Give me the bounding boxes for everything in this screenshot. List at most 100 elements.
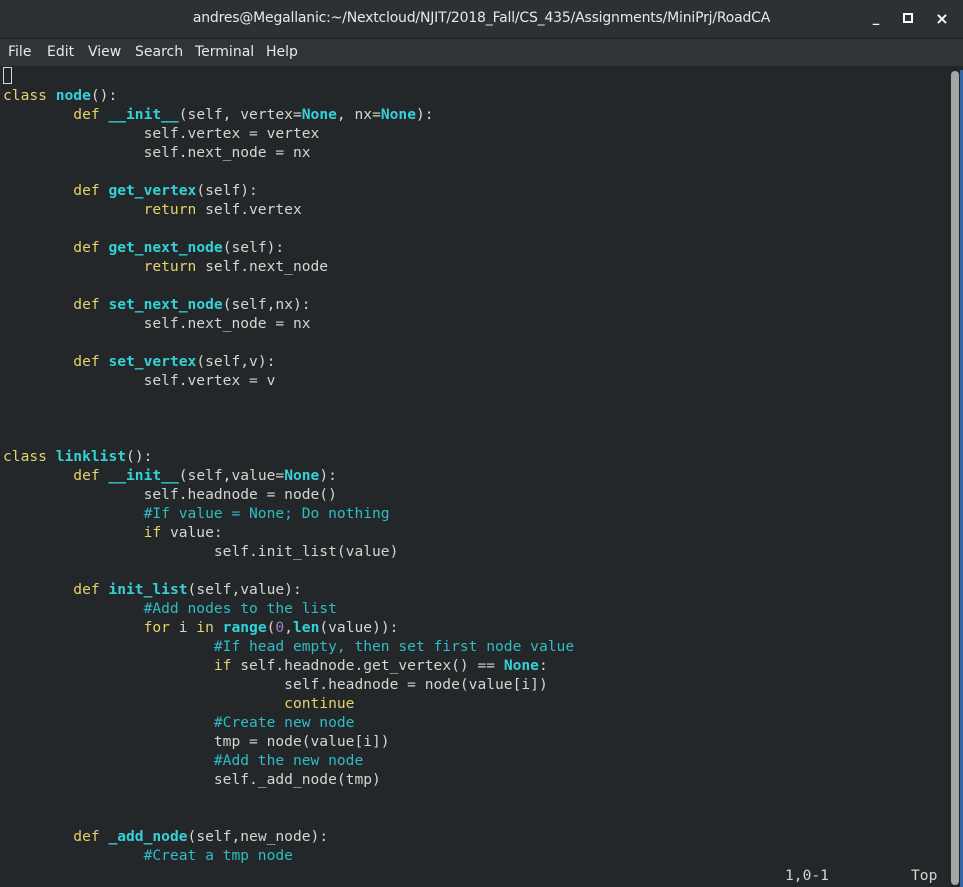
code-line: def set_next_node(self,nx): (3, 295, 574, 314)
code-line: self.next_node = nx (3, 314, 574, 333)
code-token: _add_node (108, 828, 188, 845)
menu-edit[interactable]: Edit (47, 44, 74, 60)
code-token: def (3, 106, 100, 123)
code-line: def _add_node(self,new_node): (3, 827, 574, 846)
code-token: ): (319, 467, 337, 484)
code-token: if (3, 524, 162, 541)
menu-terminal[interactable]: Terminal (195, 44, 254, 60)
code-token: linklist (55, 448, 127, 465)
menu-bar: File Edit View Search Terminal Help (0, 39, 963, 66)
code-line: for i in range(0,len(value)): (3, 618, 574, 637)
menu-help[interactable]: Help (266, 44, 298, 60)
scrollbar-thumb[interactable] (951, 71, 959, 885)
code-line: def init_list(self,value): (3, 580, 574, 599)
minimize-icon: _ (872, 11, 880, 26)
code-token: self.headnode = node(value[i]) (3, 676, 548, 693)
code-line: class node(): (3, 86, 574, 105)
menu-search[interactable]: Search (135, 44, 183, 60)
cursor-position: 1,0-1 (785, 867, 829, 884)
code-token: return (3, 258, 197, 275)
code-token: def (3, 353, 100, 370)
code-token: (value)): (319, 619, 399, 636)
scroll-indicator: Top (911, 867, 938, 884)
code-token: (): (126, 448, 153, 465)
code-line: self.next_node = nx (3, 143, 574, 162)
code-token: continue (3, 695, 355, 712)
code-token: self.vertex (196, 201, 302, 218)
code-token: (self, vertex= (178, 106, 302, 123)
code-line: continue (3, 694, 574, 713)
code-token: ): (416, 106, 434, 123)
code-token: (self,nx): (222, 296, 311, 313)
terminal-window: andres@Megallanic:~/Nextcloud/NJIT/2018_… (0, 0, 963, 887)
code-token: (): (90, 87, 118, 104)
code-line: #Creat a tmp node (3, 846, 574, 865)
code-token: self.init_list(value) (3, 543, 399, 560)
code-token: #Creat a tmp node (3, 847, 293, 864)
code-line: #Add nodes to the list (3, 599, 574, 618)
code-token: get_vertex (108, 182, 197, 199)
code-token: set_vertex (108, 353, 197, 370)
code-token: None (380, 106, 417, 123)
code-token: (self): (222, 239, 285, 256)
code-token: self.headnode = node() (3, 486, 337, 503)
code-token: (self): (196, 182, 258, 199)
code-token: range (222, 619, 267, 636)
close-button[interactable]: × (932, 9, 952, 29)
code-line: if value: (3, 523, 574, 542)
code-line: self._add_node(tmp) (3, 770, 574, 789)
code-token: def (3, 581, 100, 598)
maximize-icon (903, 13, 913, 23)
code-token: self.next_node = nx (3, 315, 311, 332)
code-editor[interactable]: class node(): def __init__(self, vertex=… (3, 67, 574, 865)
menu-file[interactable]: File (8, 44, 31, 60)
code-line: def set_vertex(self,v): (3, 352, 574, 371)
code-line: class linklist(): (3, 447, 574, 466)
code-token: get_next_node (108, 239, 223, 256)
title-bar[interactable]: andres@Megallanic:~/Nextcloud/NJIT/2018_… (0, 0, 963, 39)
code-token: self.headnode.get_vertex() == (231, 657, 504, 674)
minimize-button[interactable]: _ (866, 9, 886, 29)
code-token: return (3, 201, 197, 218)
code-token: None (284, 467, 320, 484)
code-line: #Add the new node (3, 751, 574, 770)
code-token: #If head empty, then set first node valu… (3, 638, 575, 655)
code-token: len (293, 619, 320, 636)
code-token: self.vertex = v (3, 372, 276, 389)
menu-view[interactable]: View (88, 44, 121, 60)
code-token: self.next_node = nx (3, 144, 311, 161)
code-token: node (55, 87, 91, 104)
code-line: self.headnode = node(value[i]) (3, 675, 574, 694)
code-line: def get_vertex(self): (3, 181, 574, 200)
code-token: def (3, 239, 100, 256)
code-line: def __init__(self, vertex=None, nx=None)… (3, 105, 574, 124)
code-token: #If value = None; Do nothing (3, 505, 390, 522)
code-token: self.next_node (196, 258, 329, 275)
maximize-button[interactable] (898, 9, 918, 29)
code-token: #Add the new node (3, 752, 364, 769)
code-token: class (3, 448, 47, 465)
code-token: (self,value): (187, 581, 302, 598)
code-token: for (3, 619, 170, 636)
code-token: __init__ (108, 467, 179, 484)
code-token: : (538, 657, 548, 674)
text-cursor (3, 67, 12, 84)
code-token: #Add nodes to the list (3, 600, 337, 617)
code-line: self.headnode = node() (3, 485, 574, 504)
code-token: def (3, 828, 100, 845)
code-line: #Create new node (3, 713, 574, 732)
code-line: self.init_list(value) (3, 542, 574, 561)
code-token: None (503, 657, 539, 674)
code-line: tmp = node(value[i]) (3, 732, 574, 751)
code-token: , (284, 619, 293, 636)
code-line: def __init__(self,value=None): (3, 466, 574, 485)
code-token: self._add_node(tmp) (3, 771, 381, 788)
code-token: if (3, 657, 232, 674)
code-token: (self,v): (196, 353, 276, 370)
code-token: set_next_node (108, 296, 223, 313)
